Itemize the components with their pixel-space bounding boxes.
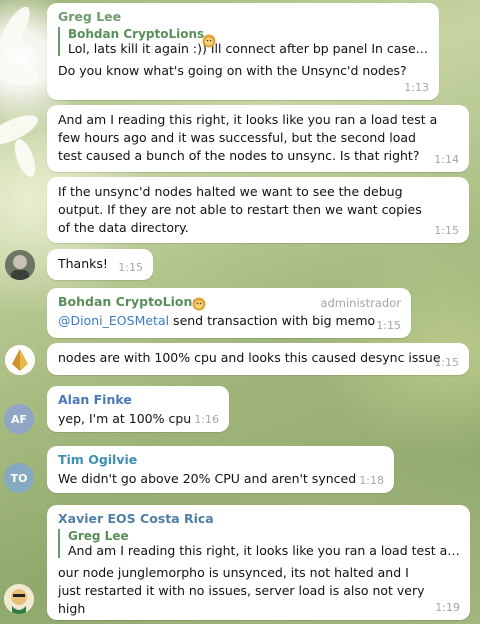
quote-author: Greg Lee: [68, 529, 129, 543]
message-text: send transaction with big memo: [169, 313, 376, 328]
message-bubble[interactable]: nodes are with 100% cpu and looks this c…: [47, 343, 469, 375]
user-avatar[interactable]: [4, 584, 34, 614]
user-avatar[interactable]: TO: [4, 463, 34, 493]
message-text: We didn't go above 20% CPU and aren't sy…: [58, 471, 357, 486]
reply-quote[interactable]: Bohdan CryptoLions Lol, lats kill it aga…: [58, 27, 429, 56]
lion-emoji-icon: [191, 296, 207, 311]
message-bubble[interactable]: If the unsync'd nodes halted we want to …: [47, 177, 469, 243]
message-text: our node junglemorpho is unsynced, its n…: [58, 565, 425, 616]
message-bubble[interactable]: Bohdan CryptoLions administrador @Dioni_…: [47, 288, 411, 338]
message-bubble[interactable]: Xavier EOS Costa Rica Greg Lee And am I …: [47, 505, 470, 620]
quote-text: And am I reading this right, it looks li…: [68, 543, 460, 558]
message-time: 1:18: [359, 474, 384, 487]
message-bubble[interactable]: Thanks! 1:15: [47, 249, 153, 280]
message-text: And am I reading this right, it looks li…: [58, 112, 438, 163]
message-time: 1:14: [434, 153, 459, 166]
message-time: 1:13: [404, 81, 429, 94]
message-time: 1:15: [434, 356, 459, 369]
admin-badge: administrador: [320, 296, 401, 310]
reply-quote[interactable]: Greg Lee And am I reading this right, it…: [58, 529, 460, 558]
lion-emoji-icon: [201, 33, 217, 48]
message-author[interactable]: Alan Finke: [58, 392, 219, 407]
user-avatar[interactable]: [5, 250, 35, 280]
message-bubble[interactable]: And am I reading this right, it looks li…: [47, 105, 469, 172]
message-bubble[interactable]: Alan Finke yep, I'm at 100% cpu 1:16: [47, 386, 229, 432]
message-text: If the unsync'd nodes halted we want to …: [58, 184, 422, 235]
message-text: Do you know what's going on with the Uns…: [58, 63, 407, 78]
quote-text: Lol, lats kill it again :)) Ill connect …: [68, 41, 429, 56]
message-author[interactable]: Greg Lee: [58, 9, 429, 24]
message-time: 1:15: [118, 261, 143, 274]
message-time: 1:19: [435, 601, 460, 614]
message-time: 1:15: [376, 319, 401, 332]
message-bubble[interactable]: Tim Ogilvie We didn't go above 20% CPU a…: [47, 446, 394, 493]
user-avatar[interactable]: [5, 345, 35, 375]
message-author[interactable]: Xavier EOS Costa Rica: [58, 511, 460, 526]
user-avatar[interactable]: AF: [4, 404, 34, 434]
message-time: 1:16: [194, 413, 219, 426]
message-bubble[interactable]: Greg Lee Bohdan CryptoLions Lol, lats ki…: [47, 3, 439, 100]
message-text: nodes are with 100% cpu and looks this c…: [58, 350, 441, 365]
message-time: 1:15: [434, 224, 459, 237]
mention-link[interactable]: @Dioni_EOSMetal: [58, 313, 169, 328]
quote-author: Bohdan CryptoLions: [68, 27, 205, 41]
message-author[interactable]: Tim Ogilvie: [58, 452, 384, 467]
